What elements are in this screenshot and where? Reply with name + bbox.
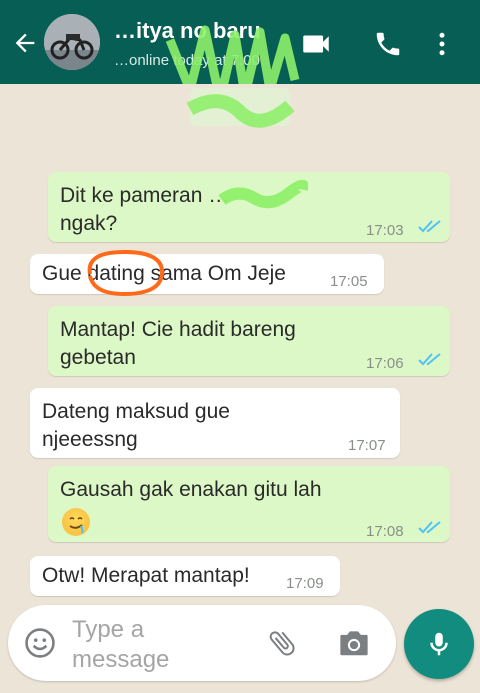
redaction-scribble xyxy=(186,88,295,128)
voice-record-button[interactable] xyxy=(404,609,474,679)
message-text: Mantap! Cie hadit bareng gebetan xyxy=(60,318,296,369)
read-ticks-icon xyxy=(418,220,441,233)
chat-header: …itya no baru …online today at 7:00 xyxy=(0,0,480,119)
emoji-button[interactable] xyxy=(22,625,58,661)
message-bubble-incoming[interactable]: Gue dating sama Om Jeje 17:05 xyxy=(30,249,384,297)
message-text: Dateng maksud gue njeeessng xyxy=(42,400,230,451)
message-composer: Type a message xyxy=(8,605,396,681)
phone-icon xyxy=(376,32,400,56)
camera-button[interactable] xyxy=(334,625,374,661)
more-options-button[interactable] xyxy=(422,24,462,64)
message-text: Otw! Merapat mantap! xyxy=(42,564,250,587)
message-text: Gausah gak enakan gitu lah xyxy=(60,478,322,501)
message-time: 17:03 xyxy=(366,222,404,239)
message-bubble-incoming[interactable]: Otw! Merapat mantap! 17:09 xyxy=(30,556,340,596)
message-time: 17:08 xyxy=(366,523,404,540)
message-time: 17:09 xyxy=(286,575,324,592)
message-text: Dit ke pameran … ngak? xyxy=(60,184,230,235)
smiley-icon xyxy=(25,628,55,658)
message-bubble-incoming[interactable]: Dateng maksud gue njeeessng 17:07 xyxy=(30,388,400,458)
voice-call-button[interactable] xyxy=(368,24,408,64)
message-bubble-outgoing[interactable]: Mantap! Cie hadit bareng gebetan 17:06 xyxy=(48,306,450,376)
contact-status: …online today at 7:00 xyxy=(114,52,260,69)
message-list[interactable]: Dit ke pameran … ngak? 17:03 Gue dating … xyxy=(0,84,480,604)
motorcycle-photo xyxy=(44,14,100,70)
read-ticks-icon xyxy=(418,353,441,366)
message-time: 17:06 xyxy=(366,355,404,372)
message-input[interactable] xyxy=(68,613,248,673)
microphone-icon xyxy=(430,632,448,656)
camera-icon xyxy=(340,631,368,656)
redaction-scribble xyxy=(218,179,308,209)
read-ticks-icon xyxy=(418,521,441,534)
more-vert-icon xyxy=(439,32,445,56)
message-bubble-outgoing[interactable]: Dit ke pameran … ngak? 17:03 xyxy=(48,172,450,242)
video-call-icon xyxy=(303,35,329,53)
message-time: 17:05 xyxy=(330,273,368,290)
paperclip-icon xyxy=(269,631,295,656)
avatar[interactable] xyxy=(44,14,100,70)
drooling-face-emoji xyxy=(62,508,90,536)
attach-button[interactable] xyxy=(264,625,300,661)
highlight-circle xyxy=(87,249,165,297)
back-button[interactable] xyxy=(8,26,42,60)
video-call-button[interactable] xyxy=(296,24,336,64)
contact-name[interactable]: …itya no baru xyxy=(114,18,261,44)
message-bubble-outgoing[interactable]: Gausah gak enakan gitu lah 17:08 xyxy=(48,466,450,542)
message-time: 17:07 xyxy=(348,437,386,454)
arrow-left-icon xyxy=(15,33,35,53)
